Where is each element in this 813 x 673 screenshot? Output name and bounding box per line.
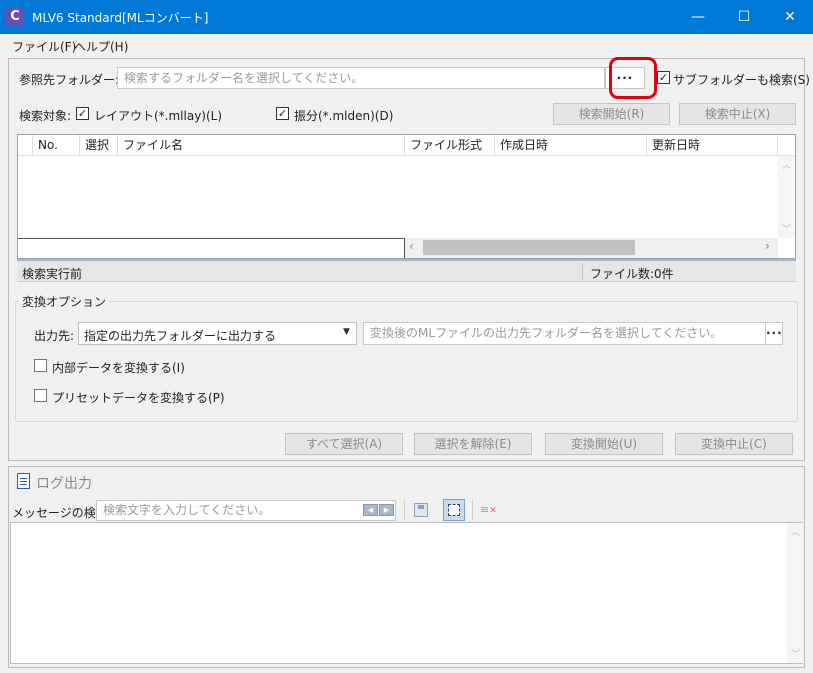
folder-label: 参照先フォルダー:	[19, 73, 120, 87]
scroll-left-icon[interactable]: ‹	[409, 239, 414, 253]
log-scroll-down-icon[interactable]: ﹀	[791, 647, 800, 660]
scroll-right-icon[interactable]: ›	[765, 239, 770, 253]
hscroll-thumb[interactable]	[423, 240, 635, 255]
app-icon: C	[6, 8, 24, 26]
deselect-button[interactable]: 選択を解除(E)	[414, 433, 532, 455]
clear-log-icon[interactable]: ≡✕	[480, 503, 497, 516]
split-label: 振分(*.mlden)(D)	[294, 109, 394, 123]
grid-col-select[interactable]: 選択	[80, 135, 118, 156]
title-bar: C MLV6 Standard[MLコンバート] — ☐ ✕	[0, 0, 813, 34]
grid-col-no[interactable]: No.	[33, 135, 80, 156]
log-output-area[interactable]: ︿ ﹀	[10, 522, 803, 664]
grid-col-indicator	[18, 135, 33, 156]
preset-data-checkbox[interactable]	[34, 389, 47, 402]
status-text: 検索実行前	[22, 267, 83, 281]
highlight-box	[609, 57, 657, 99]
internal-data-checkbox[interactable]	[34, 359, 47, 372]
grid-col-filename[interactable]: ファイル名	[118, 135, 405, 156]
convert-start-button[interactable]: 変換開始(U)	[545, 433, 663, 455]
scroll-down-icon[interactable]: ﹀	[782, 222, 791, 235]
output-browse-button[interactable]: ···	[765, 322, 783, 345]
search-stop-button[interactable]: 検索中止(X)	[679, 103, 796, 125]
output-label: 出力先:	[34, 329, 75, 343]
preset-data-label: プリセットデータを変換する(P)	[52, 391, 225, 405]
grid-col-format[interactable]: ファイル形式	[405, 135, 495, 156]
output-folder-input[interactable]: 変換後のMLファイルの出力先フォルダー名を選択してください。	[363, 322, 768, 345]
grid-col-updated[interactable]: 更新日時	[647, 135, 778, 156]
grid-header: No. 選択 ファイル名 ファイル形式 作成日時 更新日時	[18, 135, 795, 156]
output-select-value: 指定の出力先フォルダーに出力する	[84, 329, 277, 343]
folder-input[interactable]: 検索するフォルダー名を選択してください。	[117, 67, 605, 89]
close-button[interactable]: ✕	[767, 0, 813, 34]
output-select[interactable]: 指定の出力先フォルダーに出力する ▼	[78, 322, 357, 345]
internal-data-label: 内部データを変換する(I)	[52, 361, 185, 375]
split-checkbox[interactable]: ✓	[276, 107, 289, 120]
log-scroll-up-icon[interactable]: ︿	[791, 525, 800, 538]
file-count: ファイル数:0件	[590, 267, 674, 281]
layout-label: レイアウト(*.mllay)(L)	[94, 109, 223, 123]
toolbar-divider-2	[472, 500, 473, 520]
menu-file[interactable]: ファイル(F)	[12, 38, 76, 55]
grid-frozen-footer	[18, 238, 405, 258]
log-document-icon	[17, 473, 30, 489]
search-start-button[interactable]: 検索開始(R)	[553, 103, 670, 125]
search-next-icon[interactable]: ▶	[379, 504, 394, 516]
minimize-button[interactable]: —	[675, 0, 721, 34]
subfolder-checkbox[interactable]: ✓	[657, 71, 670, 84]
menu-help[interactable]: ヘルプ(H)	[74, 38, 128, 55]
toolbar-divider	[404, 500, 405, 520]
search-prev-icon[interactable]: ◀	[363, 504, 378, 516]
copy-log-icon	[448, 504, 460, 516]
menu-bar: ファイル(F) ヘルプ(H)	[0, 34, 813, 56]
copy-log-button[interactable]	[443, 499, 465, 521]
grid-vscrollbar[interactable]: ︿ ﹀	[778, 156, 795, 238]
maximize-button[interactable]: ☐	[721, 0, 767, 34]
grid-hscrollbar[interactable]: ‹ ›	[405, 238, 778, 258]
log-search-input[interactable]: 検索文字を入力してください。	[96, 500, 396, 521]
save-icon[interactable]	[414, 503, 428, 517]
log-title: ログ出力	[36, 476, 92, 492]
status-divider	[582, 263, 583, 280]
select-all-button[interactable]: すべて選択(A)	[285, 433, 403, 455]
scroll-up-icon[interactable]: ︿	[782, 158, 791, 171]
convert-stop-button[interactable]: 変換中止(C)	[675, 433, 793, 455]
window-title: MLV6 Standard[MLコンバート]	[32, 11, 209, 25]
log-vscrollbar[interactable]: ︿ ﹀	[787, 523, 803, 663]
target-label: 検索対象:	[19, 109, 72, 123]
chevron-down-icon: ▼	[343, 327, 350, 337]
file-grid[interactable]: No. 選択 ファイル名 ファイル形式 作成日時 更新日時 ︿ ﹀ ‹ ›	[17, 134, 796, 259]
layout-checkbox[interactable]: ✓	[76, 107, 89, 120]
convert-options-title: 変換オプション	[19, 293, 110, 310]
grid-col-created[interactable]: 作成日時	[495, 135, 647, 156]
subfolder-label: サブフォルダーも検索(S)	[673, 73, 810, 87]
status-bar: 検索実行前 ファイル数:0件	[17, 259, 796, 282]
